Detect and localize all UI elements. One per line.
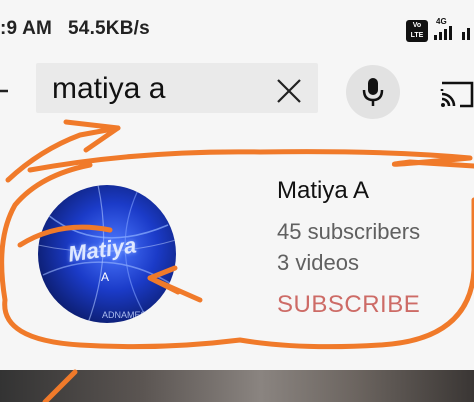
status-left: :9 AM 54.5KB/s [0,18,150,40]
subscriber-count: 45 subscribers [277,219,421,244]
signal-icon-secondary [462,20,474,42]
avatar-watermark: ADNAMES.NET [102,310,168,320]
network-type: 4G [436,17,447,26]
channel-name[interactable]: Matiya A [277,177,369,205]
back-arrow-icon[interactable] [0,76,10,106]
signal-icon: 4G [434,17,456,42]
voice-search-button[interactable] [346,65,400,119]
video-thumbnail-strip[interactable] [0,370,474,402]
status-right: Vo LTE 4G [406,17,474,42]
channel-avatar[interactable]: Matiya A ADNAMES.NET [38,185,176,323]
status-speed: 54.5KB/s [68,18,150,39]
subscribe-button[interactable]: SUBSCRIBE [277,291,420,319]
avatar-subtext: A [101,270,110,284]
cast-icon[interactable] [438,78,474,108]
volte-top-label: Vo [412,22,422,29]
search-query: matiya a [52,72,166,105]
video-count: 3 videos [277,250,359,275]
volte-bottom-label: LTE [410,32,424,39]
status-bar: :9 AM 54.5KB/s Vo LTE 4G [0,0,474,58]
clear-icon[interactable] [276,78,302,104]
status-time: :9 AM [0,18,53,39]
microphone-icon [362,78,384,106]
search-bar: matiya a [0,58,474,124]
volte-icon: Vo LTE [406,20,428,42]
channel-result[interactable]: Matiya A ADNAMES.NET Matiya A 45 subscri… [0,125,474,370]
